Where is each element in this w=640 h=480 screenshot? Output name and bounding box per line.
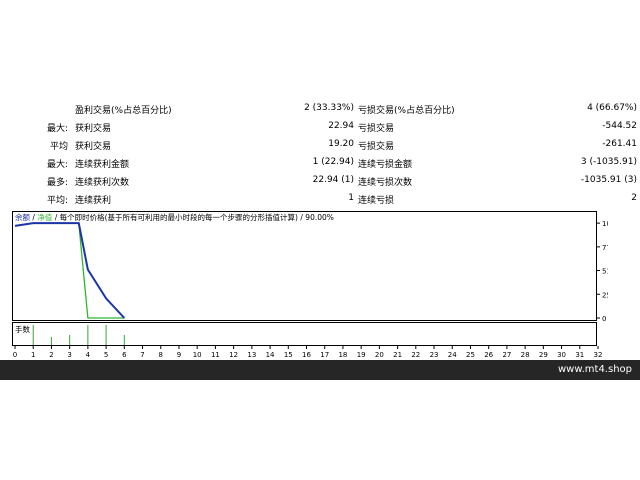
x-tick-label: 5 [104, 351, 108, 359]
x-tick-label: 16 [302, 351, 311, 359]
stat-prefix: 平均: [46, 196, 68, 206]
stat-label: 盈利交易(%占总百分比) [75, 106, 172, 116]
stat-value: 22.94 (1) [312, 175, 354, 185]
trade-statistics: 盈利交易(%占总百分比) 2 (33.33%) 亏损交易(%占总百分比) 4 (66.… [0, 100, 640, 210]
volume-frame [12, 322, 597, 346]
balance-chart: 1027 770 514 257 0 余额 / 净值 / 每个即时价格(基于所有可利用的… [12, 211, 620, 323]
stat-label: 连续获利次数 [75, 178, 130, 188]
stat-value: 1 [348, 193, 354, 203]
stat-prefix: 最大: [46, 124, 68, 134]
stat-label-2: 连续亏损金额 [358, 160, 413, 170]
stat-prefix: 最多: [46, 178, 68, 188]
header-sep-2: / [54, 213, 58, 222]
stat-prefix: 平均 [49, 142, 68, 152]
x-tick-label: 8 [159, 351, 163, 359]
stat-value-2: -1035.91 (3) [580, 175, 637, 185]
x-tick-label: 0 [13, 351, 17, 359]
y-tick-label: 257 [602, 291, 608, 299]
volume-label: 手数 [15, 325, 30, 334]
stat-label-2: 亏损交易(%占总百分比) [358, 106, 455, 116]
x-tick-label: 17 [320, 351, 329, 359]
x-tick-label: 12 [229, 351, 238, 359]
x-axis: 0 1 2 3 4 5 6 7 8 9 10 11 12 13 14 15 16 17 18 19 20 21 22 23 24… [0, 346, 640, 360]
x-tick-label: 18 [338, 351, 347, 359]
stat-label: 获利交易 [75, 142, 112, 152]
footer-bar: www.mt4.shop [0, 360, 640, 380]
y-tick-label: 1027 [602, 220, 608, 228]
x-tick-label: 28 [521, 351, 530, 359]
volume-chart-svg [12, 322, 597, 346]
header-sep-3: / [300, 213, 303, 222]
stat-prefix: 最大: [46, 160, 68, 170]
chart-frame [12, 211, 597, 321]
stat-label: 获利交易 [75, 124, 112, 134]
x-axis-svg: 0 1 2 3 4 5 6 7 8 9 10 11 12 13 14 15 16 17 18 19 20 21 22 23 24… [13, 346, 603, 359]
x-tick-label: 19 [357, 351, 366, 359]
header-balance-option[interactable]: 余额 [15, 213, 30, 222]
header-quality: 90.00% [305, 213, 334, 222]
volume-chart: 手数 [12, 322, 608, 346]
stat-value-2: 2 [631, 193, 637, 203]
x-tick-label: 20 [375, 351, 384, 359]
stat-value: 1 (22.94) [312, 157, 354, 167]
stat-value-2: -261.41 [602, 139, 637, 149]
x-tick-label: 15 [284, 351, 293, 359]
y-tick-label: 770 [602, 244, 608, 252]
x-tick-label: 13 [247, 351, 256, 359]
x-tick-label: 26 [484, 351, 493, 359]
x-tick-label: 4 [86, 351, 91, 359]
x-tick-label: 9 [177, 351, 181, 359]
y-tick-label: 0 [602, 315, 606, 321]
stat-label-2: 连续亏损 [358, 196, 395, 206]
x-tick-label: 1 [31, 351, 35, 359]
x-tick-label: 3 [67, 351, 71, 359]
stat-value: 19.20 [328, 139, 354, 149]
stat-value: 2 (33.33%) [304, 103, 354, 113]
stat-label: 连续获利 [75, 196, 112, 206]
chart-header: 余额 / 净值 / 每个即时价格(基于所有可利用的最小时段的每一个步骤的分形插值… [15, 212, 334, 223]
stat-value-2: 4 (66.67%) [587, 103, 637, 113]
stat-value-2: -544.52 [602, 121, 637, 131]
x-tick-label: 10 [193, 351, 202, 359]
x-tick-label: 25 [466, 351, 475, 359]
x-tick-label: 21 [393, 351, 402, 359]
x-tick-label: 14 [266, 351, 275, 359]
x-tick-label: 30 [557, 351, 566, 359]
stat-label-2: 连续亏损次数 [358, 178, 413, 188]
x-tick-label: 11 [211, 351, 220, 359]
x-tick-label: 31 [575, 351, 584, 359]
stat-value-2: 3 (-1035.91) [580, 157, 637, 167]
x-tick-label: 24 [448, 351, 457, 359]
stat-value: 22.94 [328, 121, 354, 131]
header-sep-1: / [32, 213, 35, 222]
x-tick-label: 7 [140, 351, 144, 359]
x-tick-label: 2 [49, 351, 53, 359]
stat-label-2: 亏损交易 [358, 124, 395, 134]
y-tick-label: 514 [602, 268, 608, 276]
footer-brand: www.mt4.shop [557, 364, 632, 375]
header-description: 每个即时价格(基于所有可利用的最小时段的每一个步骤的分形插值计算) [59, 213, 298, 222]
x-tick-label: 29 [539, 351, 548, 359]
stat-label-2: 亏损交易 [358, 142, 395, 152]
x-tick-label: 22 [411, 351, 420, 359]
stat-label: 连续获利金额 [75, 160, 130, 170]
x-tick-label: 23 [430, 351, 439, 359]
header-equity-option[interactable]: 净值 [37, 213, 52, 222]
x-tick-label: 27 [502, 351, 511, 359]
x-tick-label: 6 [122, 351, 127, 359]
balance-chart-svg: 1027 770 514 257 0 [12, 211, 620, 323]
x-tick-label: 32 [594, 351, 603, 359]
